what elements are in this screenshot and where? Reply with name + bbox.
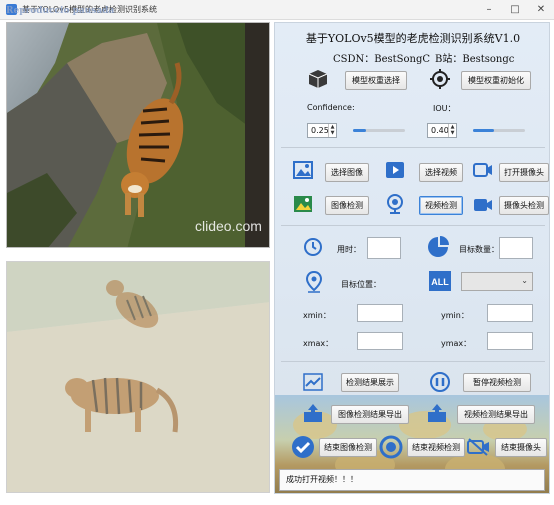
show-results-button[interactable]: 检测结果展示 xyxy=(341,373,399,392)
end-video-detect-button[interactable]: 结束视频检测 xyxy=(407,438,465,457)
time-label: 用时： xyxy=(337,245,361,254)
ymax-label: ymax： xyxy=(441,339,472,348)
xmin-field xyxy=(357,304,403,322)
video-camera-icon xyxy=(474,199,492,211)
playback-watermark: Reproduccio pausada xyxy=(6,6,115,16)
close-icon[interactable]: ✕ xyxy=(530,2,552,18)
end-camera-button[interactable]: 结束摄像头 xyxy=(495,438,547,457)
export-image-results-button[interactable]: 图像检测结果导出 xyxy=(331,405,409,424)
spin-arrows-icon[interactable]: ▲ ▼ xyxy=(448,124,456,137)
svg-text:ALL: ALL xyxy=(431,277,449,287)
all-targets-icon: ALL xyxy=(429,271,451,291)
divider xyxy=(281,147,545,148)
check-circle-icon xyxy=(292,436,314,458)
end-image-detect-button[interactable]: 结束图像检测 xyxy=(319,438,377,457)
export-image-icon xyxy=(304,404,322,422)
minimize-icon[interactable]: – xyxy=(478,2,500,18)
iou-spinbox[interactable]: 0.40 ▲ ▼ xyxy=(427,123,457,138)
result-image-view xyxy=(6,261,270,493)
spin-arrows-icon[interactable]: ▲ ▼ xyxy=(328,124,336,137)
image-icon xyxy=(293,161,313,179)
tiger-result-image xyxy=(7,262,269,492)
ymin-field xyxy=(487,304,533,322)
control-panel: 基于YOLOv5模型的老虎检测识别系统V1.0 CSDN：BestSongC B… xyxy=(274,22,550,494)
location-pin-icon xyxy=(305,271,323,293)
ymax-field xyxy=(487,332,533,350)
video-watermark: clideo.com xyxy=(195,218,262,234)
pause-video-button[interactable]: 暂停视频检测 xyxy=(463,373,531,392)
xmin-label: xmin： xyxy=(303,311,331,320)
camera-detect-button[interactable]: 摄像头检测 xyxy=(499,196,549,215)
xmax-field xyxy=(357,332,403,350)
csdn-label: CSDN：BestSongC xyxy=(333,54,431,65)
iou-slider[interactable] xyxy=(473,129,525,132)
app-title: 基于YOLOv5模型的老虎检测识别系统V1.0 xyxy=(305,32,521,45)
confidence-label: Confidence: xyxy=(307,103,355,112)
time-value-field xyxy=(367,237,401,259)
select-video-button[interactable]: 选择视频 xyxy=(419,163,463,182)
detection-image-view: clideo.com xyxy=(6,22,270,248)
divider xyxy=(281,225,545,226)
divider xyxy=(281,361,545,362)
xmax-label: xmax： xyxy=(303,339,334,348)
target-select-dropdown[interactable]: ⌄ xyxy=(461,272,533,291)
export-video-results-button[interactable]: 视频检测结果导出 xyxy=(457,405,535,424)
pie-chart-icon xyxy=(428,236,449,257)
stop-circle-icon xyxy=(379,435,403,459)
status-bar: 成功打开视频！！！ xyxy=(279,469,545,491)
camera-icon xyxy=(473,163,492,177)
open-camera-button[interactable]: 打开摄像头 xyxy=(499,163,549,182)
confidence-value: 0.25 xyxy=(311,126,329,135)
image-detect-button[interactable]: 图像检测 xyxy=(325,196,369,215)
position-label: 目标位置： xyxy=(341,280,381,289)
ymin-label: ymin： xyxy=(441,311,469,320)
chevron-down-icon[interactable]: ⌄ xyxy=(521,276,528,285)
iou-value: 0.40 xyxy=(431,126,449,135)
init-model-button[interactable]: 模型权重初始化 xyxy=(461,71,531,90)
tiger-scene-image: clideo.com xyxy=(7,23,269,247)
video-file-icon xyxy=(386,162,404,178)
camera-off-icon xyxy=(467,438,489,456)
pause-icon xyxy=(430,372,450,392)
count-label: 目标数量： xyxy=(459,245,499,254)
select-image-button[interactable]: 选择图像 xyxy=(325,163,369,182)
clock-icon xyxy=(304,238,322,256)
select-model-button[interactable]: 模型权重选择 xyxy=(345,71,407,90)
video-detect-button[interactable]: 视频检测 xyxy=(419,196,463,215)
confidence-slider[interactable] xyxy=(353,129,405,132)
image-detect-icon xyxy=(294,196,312,212)
iou-label: IOU： xyxy=(433,104,456,113)
confidence-slider-fill xyxy=(353,129,366,132)
cube-icon xyxy=(308,70,328,88)
iou-slider-fill xyxy=(473,129,494,132)
export-video-icon xyxy=(428,404,446,422)
count-value-field xyxy=(499,237,533,259)
maximize-icon[interactable]: □ xyxy=(504,2,526,18)
webcam-icon xyxy=(387,194,403,214)
target-icon xyxy=(430,69,450,89)
window-titlebar: 基于YOLOv5模型的老虎检测识别系统 Reproduccio pausada … xyxy=(0,0,554,20)
line-chart-icon xyxy=(303,373,323,391)
bilibili-label: B站：Bestsongc xyxy=(435,54,515,65)
confidence-spinbox[interactable]: 0.25 ▲ ▼ xyxy=(307,123,337,138)
